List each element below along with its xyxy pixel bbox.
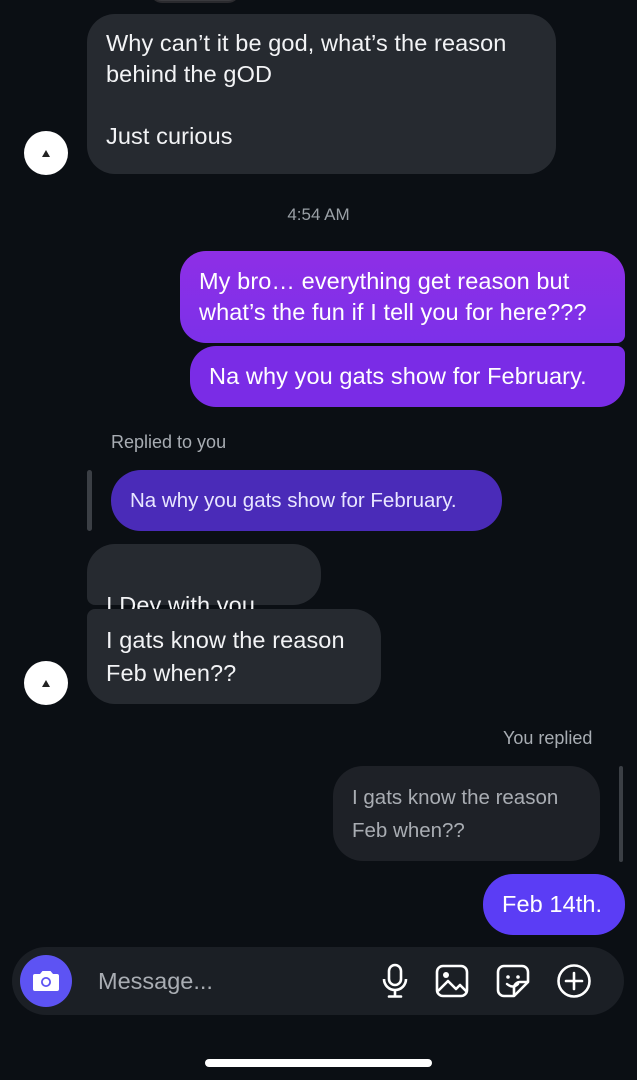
- chat-screen: Why can’t it be god, what’s the reason b…: [0, 0, 637, 1080]
- add-button[interactable]: [555, 962, 593, 1000]
- gallery-button[interactable]: [433, 962, 471, 1000]
- home-indicator[interactable]: [205, 1059, 432, 1067]
- clipped-image-message[interactable]: [150, 0, 240, 3]
- image-icon: [435, 964, 469, 998]
- outgoing-message[interactable]: Feb 14th.: [483, 874, 625, 935]
- incoming-message[interactable]: Why can’t it be god, what’s the reason b…: [87, 14, 556, 174]
- incoming-message[interactable]: I Dey with you 🔐: [87, 544, 321, 650]
- outgoing-message[interactable]: Na why you gats show for February.: [190, 346, 625, 407]
- replied-to-you-label: Replied to you: [111, 432, 227, 452]
- camera-icon: [33, 971, 59, 991]
- plus-circle-icon: [557, 964, 591, 998]
- avatar-glyph-icon: [42, 149, 50, 157]
- camera-button[interactable]: [20, 955, 72, 1007]
- microphone-button[interactable]: [376, 962, 414, 1000]
- reply-indicator-bar: [619, 766, 623, 862]
- message-timestamp: 4:54 AM: [287, 205, 350, 224]
- sticker-button[interactable]: [494, 962, 532, 1000]
- quoted-message[interactable]: Na why you gats show for February.: [111, 470, 502, 531]
- avatar-glyph-icon: [42, 679, 50, 687]
- incoming-message[interactable]: I gats know the reason Feb when??: [87, 609, 381, 704]
- microphone-icon: [382, 963, 408, 998]
- message-input[interactable]: [98, 965, 368, 997]
- sticker-icon: [496, 964, 530, 998]
- sender-avatar[interactable]: [24, 131, 68, 175]
- reply-indicator-bar: [87, 470, 92, 531]
- outgoing-message[interactable]: My bro… everything get reason but what’s…: [180, 251, 625, 343]
- message-composer: [12, 947, 624, 1015]
- quoted-message[interactable]: I gats know the reason Feb when??: [333, 766, 600, 861]
- sender-avatar[interactable]: [24, 661, 68, 705]
- you-replied-label: You replied: [503, 728, 593, 748]
